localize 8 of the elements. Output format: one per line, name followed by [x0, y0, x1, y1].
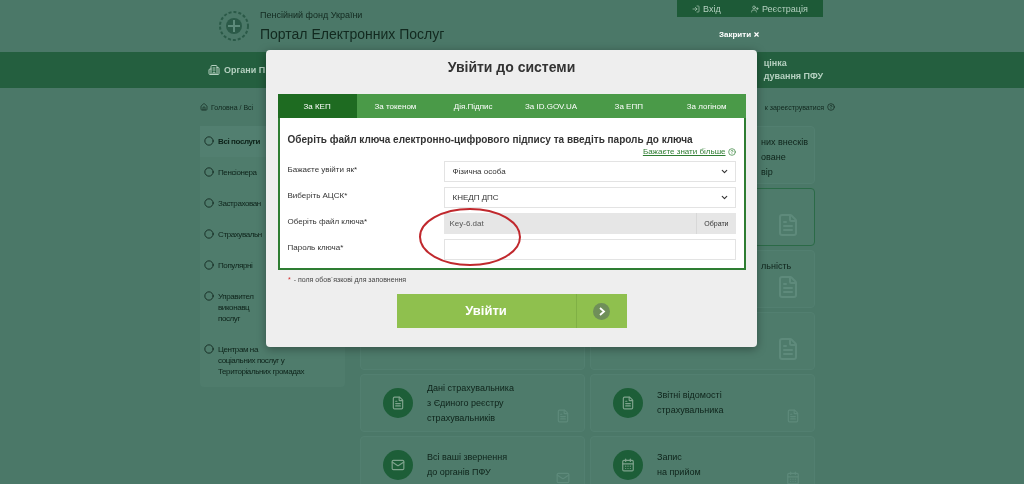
form-heading: Оберіть файл ключа електронно-цифрового підпису та введіть пароль до ключа: [287, 134, 694, 145]
field-label: Пароль ключа*: [287, 242, 345, 252]
portal-title: Портал Електронних Послуг: [260, 26, 445, 42]
dialog-title: Увійти до системи: [447, 59, 576, 75]
field-label: Бажаєте увійти як*: [287, 164, 359, 174]
field-label: Виберіть АЦСК*: [287, 190, 349, 200]
organization-name: Пенсійний фонд України: [260, 10, 364, 20]
field-label: Оберіть файл ключа*: [287, 216, 369, 226]
